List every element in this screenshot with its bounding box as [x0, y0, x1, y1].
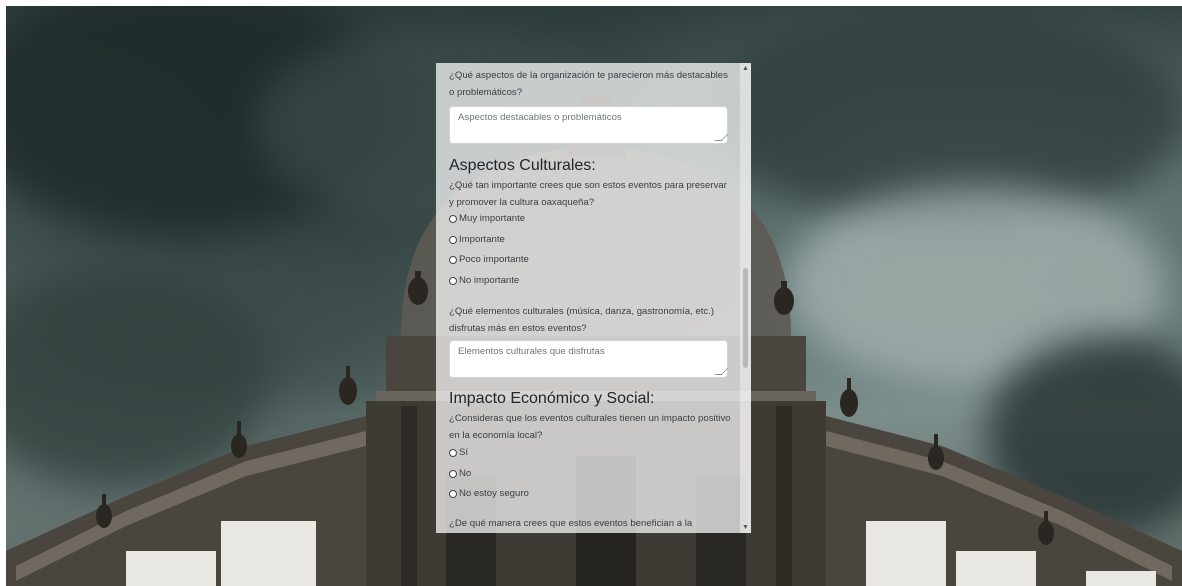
radio-option-no-importante[interactable]: No importante: [449, 275, 519, 286]
option-label: No: [459, 468, 472, 479]
scrollbar-thumb[interactable]: [743, 268, 748, 368]
radio-option-no[interactable]: No: [449, 468, 471, 479]
radio-option-si[interactable]: Sí: [449, 447, 468, 458]
resize-grip-icon[interactable]: [714, 134, 729, 141]
radio-option-muy-importante[interactable]: Muy importante: [449, 213, 525, 224]
question-importance: ¿Qué tan importante crees que son estos …: [449, 180, 727, 208]
radio-circle-icon[interactable]: [449, 489, 457, 498]
radio-option-poco-importante[interactable]: Poco importante: [449, 254, 529, 265]
chevron-down-icon[interactable]: ▼: [742, 524, 749, 531]
survey-form-panel[interactable]: ¿Qué aspectos de la organización te pare…: [436, 63, 751, 533]
problems-textarea-placeholder: Aspectos destacables o problemáticos: [458, 112, 622, 123]
elements-textarea-placeholder: Elementos culturales que disfrutas: [458, 346, 605, 357]
radio-circle-icon[interactable]: [449, 235, 457, 244]
question-elements: ¿Qué elementos culturales (música, danza…: [449, 306, 715, 334]
radio-option-no-estoy-seguro[interactable]: No estoy seguro: [449, 488, 529, 499]
question-benefit: ¿De qué manera crees que estos eventos b…: [449, 518, 693, 529]
option-label: Importante: [459, 234, 505, 245]
option-label: Muy importante: [459, 213, 526, 224]
problems-textarea[interactable]: Aspectos destacables o problemáticos: [449, 106, 729, 144]
radio-option-importante[interactable]: Importante: [449, 234, 505, 245]
radio-circle-icon[interactable]: [449, 276, 457, 285]
economic-section-heading: Impacto Económico y Social:: [449, 390, 655, 407]
option-label: No importante: [459, 275, 520, 286]
radio-circle-icon[interactable]: [449, 469, 457, 478]
radio-circle-icon[interactable]: [449, 448, 457, 457]
chevron-up-icon[interactable]: ▲: [742, 65, 749, 72]
radio-circle-icon[interactable]: [449, 214, 457, 223]
radio-circle-icon[interactable]: [449, 255, 457, 264]
option-label: Poco importante: [459, 254, 529, 265]
option-label: No estoy seguro: [459, 488, 529, 499]
option-label: Sí: [459, 447, 469, 458]
elements-textarea[interactable]: Elementos culturales que disfrutas: [449, 340, 729, 378]
cultural-section-heading: Aspectos Culturales:: [449, 157, 596, 174]
question-problems: ¿Qué aspectos de la organización te pare…: [449, 70, 728, 98]
form-scrollbar[interactable]: ▲ ▼: [740, 63, 751, 533]
resize-grip-icon[interactable]: [714, 368, 729, 375]
question-economy: ¿Consideras que los eventos culturales t…: [449, 413, 731, 441]
